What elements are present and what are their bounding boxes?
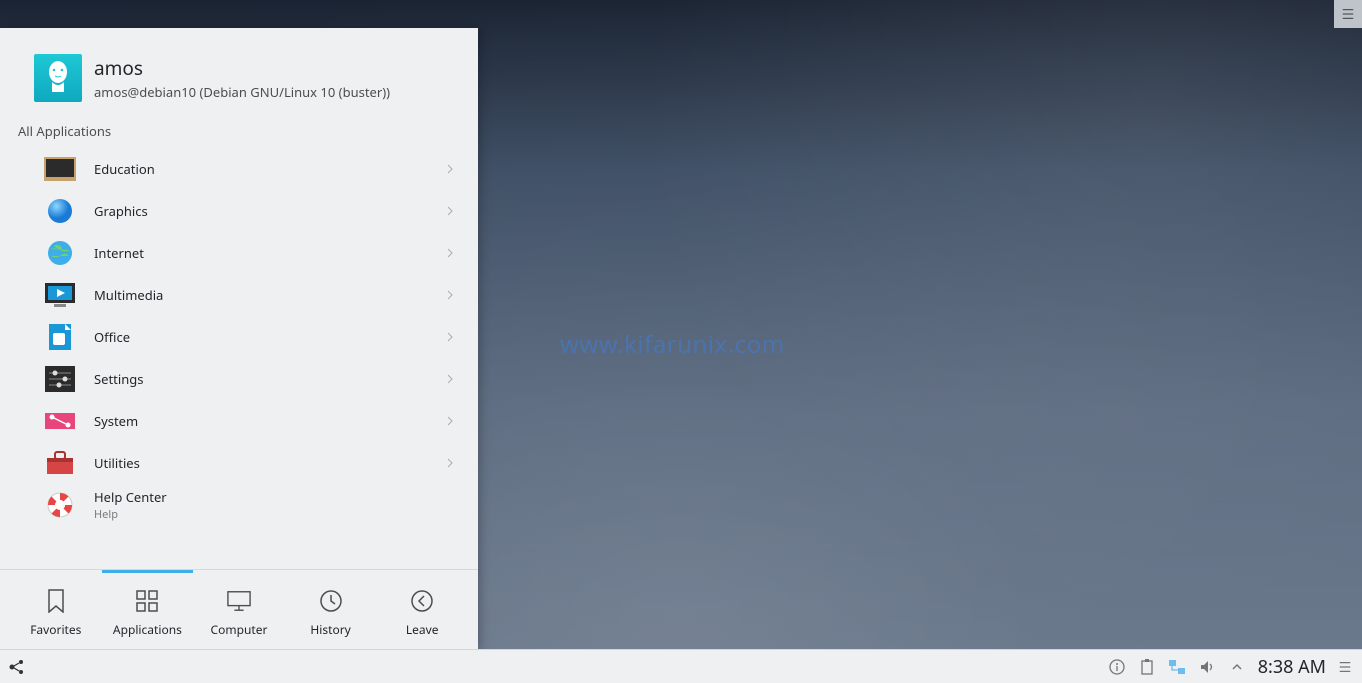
lifebuoy-icon bbox=[44, 491, 76, 519]
category-label: System bbox=[94, 412, 428, 430]
chalkboard-icon bbox=[44, 155, 76, 183]
chevron-right-icon bbox=[446, 332, 454, 342]
connector-icon bbox=[44, 407, 76, 435]
bookmark-icon bbox=[44, 589, 68, 613]
category-office[interactable]: Office bbox=[0, 316, 478, 358]
info-icon[interactable] bbox=[1108, 658, 1126, 676]
tab-label: History bbox=[310, 621, 350, 638]
category-label: Settings bbox=[94, 370, 428, 388]
volume-icon[interactable] bbox=[1198, 658, 1216, 676]
hamburger-icon bbox=[1341, 7, 1355, 21]
taskbar: 8:38 AM bbox=[0, 649, 1362, 683]
category-system[interactable]: System bbox=[0, 400, 478, 442]
grid-icon bbox=[135, 589, 159, 613]
clipboard-icon[interactable] bbox=[1138, 658, 1156, 676]
tab-leave[interactable]: Leave bbox=[376, 570, 468, 649]
globe-icon bbox=[44, 239, 76, 267]
avatar bbox=[34, 54, 82, 102]
document-icon bbox=[44, 323, 76, 351]
category-label: Help Center bbox=[94, 488, 454, 506]
category-multimedia[interactable]: Multimedia bbox=[0, 274, 478, 316]
host-label: amos@debian10 (Debian GNU/Linux 10 (bust… bbox=[94, 83, 390, 101]
system-tray bbox=[1108, 658, 1254, 676]
category-sublabel: Help bbox=[94, 507, 454, 522]
tray-expand-icon[interactable] bbox=[1228, 658, 1246, 676]
clock-icon bbox=[319, 589, 343, 613]
category-label: Internet bbox=[94, 244, 428, 262]
user-header: amos amos@debian10 (Debian GNU/Linux 10 … bbox=[0, 28, 478, 116]
watermark-text: www.kifarunix.com bbox=[560, 328, 785, 361]
category-label: Utilities bbox=[94, 454, 428, 472]
monitor-icon bbox=[227, 589, 251, 613]
category-settings[interactable]: Settings bbox=[0, 358, 478, 400]
chevron-right-icon bbox=[446, 206, 454, 216]
toolbox-icon bbox=[44, 449, 76, 477]
launcher-tabs: Favorites Applications Computer History … bbox=[0, 569, 478, 649]
back-icon bbox=[410, 589, 434, 613]
category-label: Education bbox=[94, 160, 428, 178]
tab-applications[interactable]: Applications bbox=[102, 570, 194, 649]
tab-computer[interactable]: Computer bbox=[193, 570, 285, 649]
app-launcher-button[interactable] bbox=[4, 654, 30, 680]
chevron-right-icon bbox=[446, 374, 454, 384]
tab-label: Computer bbox=[211, 621, 268, 638]
category-list: Education Graphics Internet Multimedia bbox=[0, 148, 478, 569]
chevron-right-icon bbox=[446, 290, 454, 300]
tab-label: Leave bbox=[406, 621, 439, 638]
tab-label: Favorites bbox=[30, 621, 81, 638]
sphere-icon bbox=[44, 197, 76, 225]
chevron-right-icon bbox=[446, 416, 454, 426]
application-launcher-menu: amos amos@debian10 (Debian GNU/Linux 10 … bbox=[0, 28, 478, 649]
category-label: Graphics bbox=[94, 202, 428, 220]
network-icon[interactable] bbox=[1168, 658, 1186, 676]
username-label: amos bbox=[94, 55, 390, 81]
category-help-center[interactable]: Help Center Help bbox=[0, 484, 478, 526]
category-utilities[interactable]: Utilities bbox=[0, 442, 478, 484]
taskbar-clock[interactable]: 8:38 AM bbox=[1254, 655, 1330, 679]
desktop-menu-toggle[interactable] bbox=[1334, 0, 1362, 28]
sliders-icon bbox=[44, 365, 76, 393]
chevron-right-icon bbox=[446, 458, 454, 468]
tab-favorites[interactable]: Favorites bbox=[10, 570, 102, 649]
category-internet[interactable]: Internet bbox=[0, 232, 478, 274]
section-label: All Applications bbox=[0, 116, 478, 148]
media-player-icon bbox=[44, 281, 76, 309]
tab-label: Applications bbox=[113, 621, 182, 638]
category-graphics[interactable]: Graphics bbox=[0, 190, 478, 232]
chevron-right-icon bbox=[446, 248, 454, 258]
category-education[interactable]: Education bbox=[0, 148, 478, 190]
category-label: Office bbox=[94, 328, 428, 346]
panel-menu-icon[interactable] bbox=[1336, 658, 1354, 676]
tab-history[interactable]: History bbox=[285, 570, 377, 649]
category-label: Multimedia bbox=[94, 286, 428, 304]
kde-logo-icon bbox=[6, 656, 28, 678]
chevron-right-icon bbox=[446, 164, 454, 174]
